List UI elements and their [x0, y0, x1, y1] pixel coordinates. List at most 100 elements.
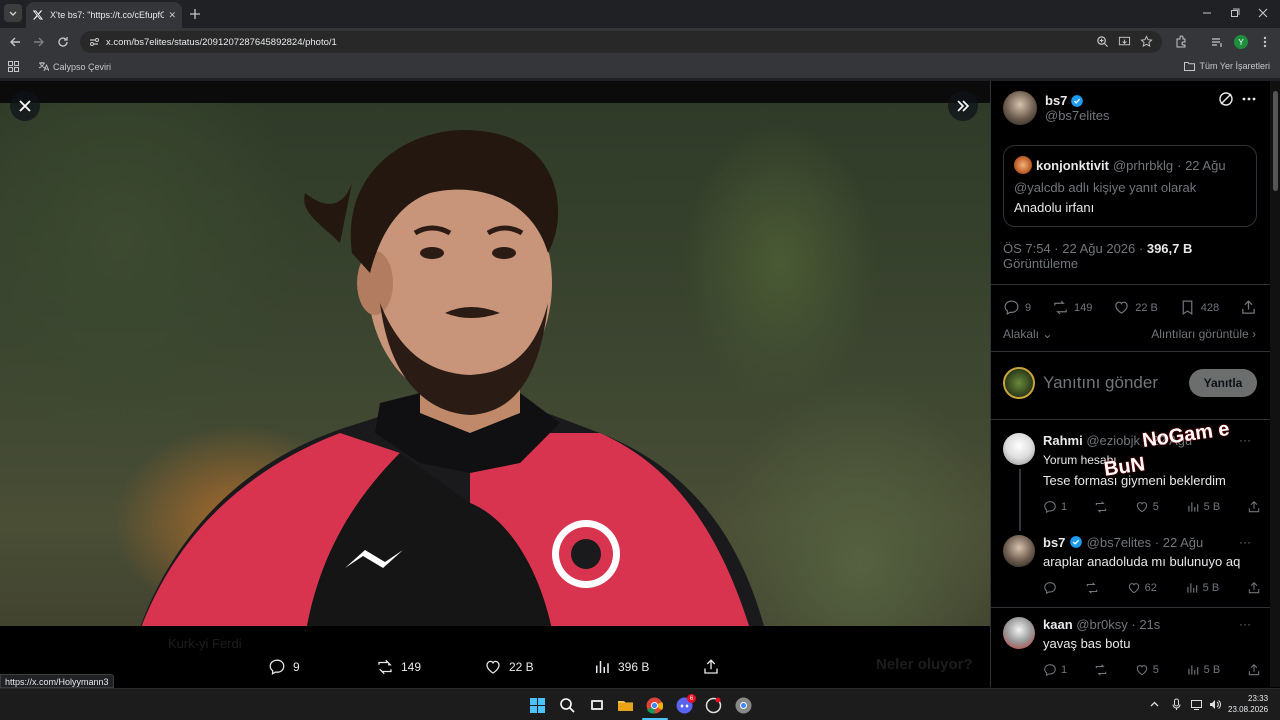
photo-reply-action[interactable]: 9	[268, 658, 300, 676]
toggle-sidebar-button[interactable]	[948, 91, 978, 121]
comment-actions: 1 5 5 B	[1043, 500, 1261, 514]
bookmark-calypso[interactable]: Calypso Çeviri	[38, 61, 111, 72]
comment-more-icon[interactable]: ···	[1239, 617, 1251, 631]
comment-like[interactable]: 62	[1127, 581, 1157, 595]
comment-reply[interactable]: 1	[1043, 500, 1067, 514]
back-icon[interactable]	[8, 35, 22, 49]
bookmark-star-icon[interactable]	[1140, 35, 1153, 48]
minimize-icon[interactable]	[1200, 6, 1214, 20]
tab-search-button[interactable]	[4, 4, 22, 22]
comment-views[interactable]: 5 B	[1186, 500, 1221, 514]
zoom-icon[interactable]	[1096, 35, 1109, 48]
close-viewer-button[interactable]	[10, 91, 40, 121]
network-icon[interactable]	[1190, 698, 1203, 711]
new-tab-icon[interactable]	[188, 7, 202, 21]
comment-views[interactable]: 5 B	[1185, 581, 1220, 595]
player-photo[interactable]	[0, 103, 990, 687]
tab-title: X'te bs7: "https://t.co/cEfupfGa"	[50, 10, 165, 20]
address-bar[interactable]: x.com/bs7elites/status/20912072876458928…	[80, 31, 1162, 53]
reply-input[interactable]: Yanıtını gönder	[1043, 373, 1189, 393]
view-quotes-link[interactable]: Alıntıları görüntüle ›	[1151, 327, 1256, 341]
windows-start-icon[interactable]	[529, 697, 546, 714]
tweet-stats: 9 149 22 B 428	[1003, 299, 1257, 316]
profile-avatar[interactable]: Y	[1234, 35, 1248, 49]
apps-grid-icon[interactable]	[8, 61, 19, 72]
analytics-icon	[596, 661, 609, 673]
microphone-icon[interactable]	[1170, 698, 1183, 711]
install-app-icon[interactable]	[1118, 35, 1131, 48]
share-stat[interactable]	[1240, 299, 1257, 316]
comment-retweet[interactable]	[1085, 581, 1099, 595]
comment-reply[interactable]: 1	[1043, 663, 1067, 677]
close-window-icon[interactable]	[1256, 6, 1270, 20]
all-bookmarks[interactable]: Tüm Yer İşaretleri	[1184, 61, 1270, 71]
bookmark-stat[interactable]: 428	[1179, 299, 1219, 316]
sidebar-scrollbar[interactable]	[1270, 81, 1280, 687]
author-avatar[interactable]	[1003, 91, 1037, 125]
comment-share[interactable]	[1247, 581, 1261, 595]
bookmark-icon	[1182, 300, 1193, 316]
comment-retweet[interactable]	[1094, 500, 1108, 514]
scrollbar-thumb[interactable]	[1273, 91, 1278, 191]
more-options-icon[interactable]	[1241, 91, 1257, 107]
photo-views-action[interactable]: 396 B	[593, 658, 649, 676]
site-info-icon[interactable]	[88, 36, 100, 48]
comment-view-count: 5 B	[1203, 501, 1221, 513]
quote-author: konjonktivit	[1036, 157, 1109, 173]
file-explorer-icon[interactable]	[617, 697, 634, 714]
reply-count: 9	[1025, 301, 1032, 314]
share-icon	[1242, 300, 1255, 314]
reload-icon[interactable]	[56, 35, 70, 49]
volume-icon[interactable]	[1208, 698, 1221, 711]
comment-text: araplar anadoluda mı bulunuyo aq	[1043, 554, 1241, 569]
reply-button[interactable]: Yanıtla	[1189, 369, 1257, 397]
photo-share-action[interactable]	[702, 658, 720, 676]
forward-icon[interactable]	[32, 35, 46, 49]
photo-viewer: Kurk-yi Ferdi Neler oluyor?	[0, 81, 990, 687]
folder-icon	[1184, 62, 1196, 71]
extensions-icon[interactable]	[1174, 35, 1188, 49]
comment-more-icon[interactable]: ···	[1239, 535, 1251, 549]
menu-kebab-icon[interactable]	[1258, 35, 1272, 49]
comment-like[interactable]: 5	[1135, 500, 1159, 514]
comment-avatar[interactable]	[1003, 433, 1035, 465]
quoted-tweet[interactable]: konjonktivit @prhrbklg · 22 Ağu @yalcdb …	[1003, 145, 1257, 227]
chevron-down-icon: ⌄	[1042, 327, 1053, 341]
comment-views[interactable]: 5 B	[1186, 663, 1220, 677]
comment-more-icon[interactable]: ···	[1239, 433, 1251, 447]
search-icon[interactable]	[559, 697, 576, 714]
comment-share[interactable]	[1247, 500, 1261, 514]
like-stat[interactable]: 22 B	[1113, 299, 1158, 316]
comment-share[interactable]	[1247, 663, 1261, 677]
tab-close-icon[interactable]: ✕	[168, 10, 176, 21]
comment-item[interactable]: kaan @br0ksy · 21s ··· yavaş bas botu 1 …	[1003, 617, 1261, 677]
system-clock[interactable]: 23:33 23.08.2026	[1228, 693, 1268, 715]
tweet-views-label: Görüntüleme	[1003, 256, 1079, 271]
chevron-up-icon[interactable]	[1148, 698, 1161, 711]
grok-icon[interactable]	[1218, 91, 1234, 107]
related-dropdown[interactable]: Alakalı ⌄	[1003, 327, 1052, 341]
comment-avatar[interactable]	[1003, 617, 1035, 649]
task-view-icon[interactable]	[589, 697, 606, 714]
tweet-sidebar: bs7 @bs7elites konjonktivit @prhrbklg · …	[990, 81, 1280, 687]
media-control-icon[interactable]	[1210, 35, 1224, 49]
reply-stat[interactable]: 9	[1003, 299, 1031, 316]
tweet-author[interactable]: bs7 @bs7elites	[1003, 91, 1110, 125]
comment-item[interactable]: bs7 @bs7elites · 22 Ağu ··· araplar anad…	[1003, 535, 1261, 595]
photo-retweet-action[interactable]: 149	[376, 658, 421, 676]
comment-actions: 1 5 5 B	[1043, 663, 1261, 677]
app-icon[interactable]	[705, 697, 722, 714]
chrome-profile-icon[interactable]	[735, 697, 752, 714]
comment-retweet[interactable]	[1094, 663, 1108, 677]
comment-avatar[interactable]	[1003, 535, 1035, 567]
comment-like[interactable]: 5	[1135, 663, 1159, 677]
comment-view-count: 5 B	[1202, 582, 1220, 594]
toolbar: x.com/bs7elites/status/20912072876458928…	[0, 28, 1280, 56]
photo-like-action[interactable]: 22 B	[484, 658, 534, 676]
restore-icon[interactable]	[1228, 6, 1242, 20]
retweet-stat[interactable]: 149	[1052, 299, 1092, 316]
close-icon	[19, 100, 31, 112]
comment-reply[interactable]	[1043, 581, 1057, 595]
chrome-icon[interactable]	[646, 697, 663, 714]
browser-tab[interactable]: X'te bs7: "https://t.co/cEfupfGa" ✕	[26, 2, 182, 28]
